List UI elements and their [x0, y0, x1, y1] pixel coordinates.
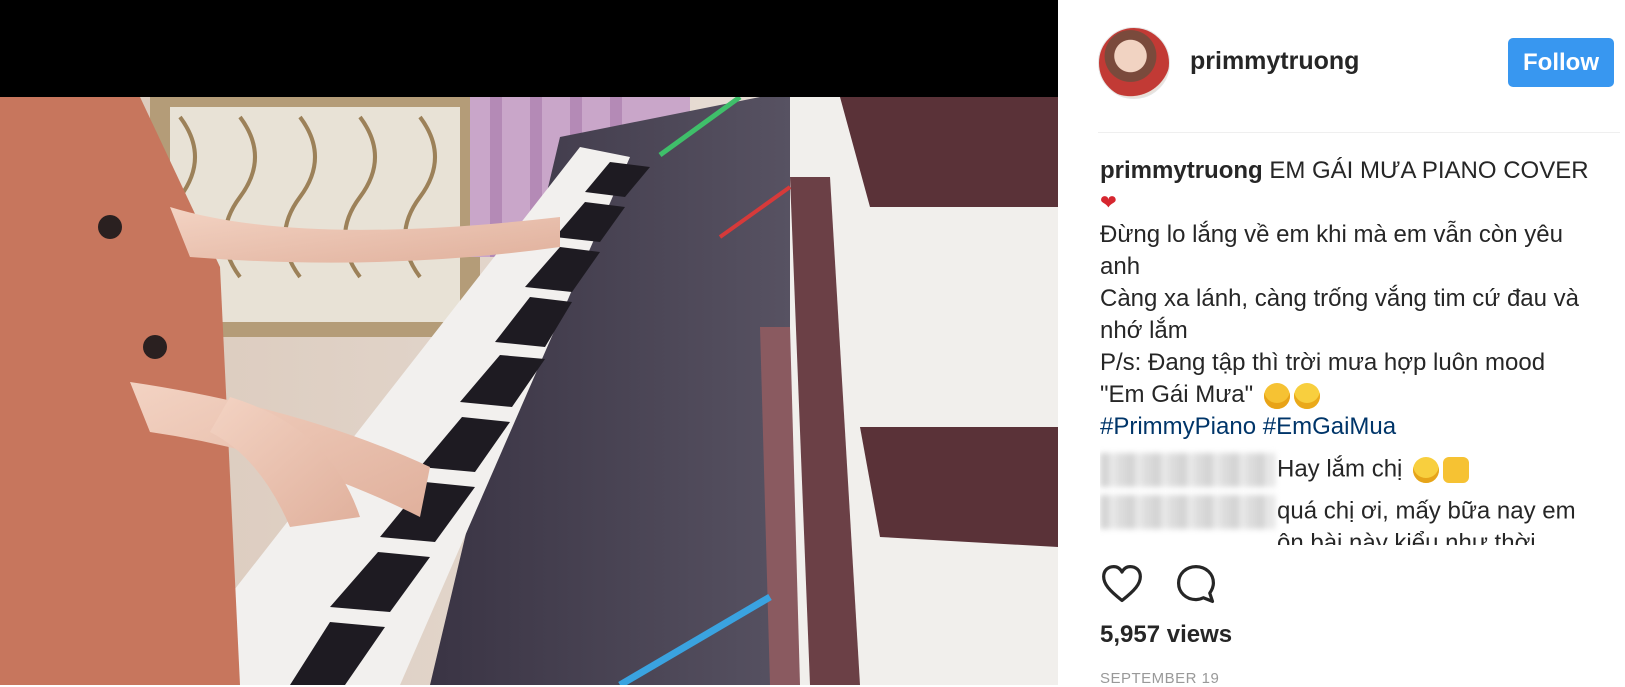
comment-item: ôn bài này kiểu như thời [1100, 527, 1590, 545]
comment-text: Hay lắm chị [1277, 455, 1403, 483]
hashtag-link[interactable]: #PrimmyPiano [1100, 413, 1256, 440]
post-header: primmytruong Follow [1098, 25, 1620, 100]
comment-text: ôn bài này kiểu như thời [1277, 529, 1536, 545]
blurred-username [1100, 453, 1275, 487]
comment-item: quá chị ơi, mấy bữa nay em [1100, 495, 1590, 529]
caption-line: Đừng lo lắng về em khi mà em vẫn còn yêu… [1100, 221, 1563, 280]
thumbs-up-emoji [1443, 457, 1470, 483]
post-caption: primmytruong EM GÁI MƯA PIANO COVER ❤ Đừn… [1100, 155, 1590, 443]
hashtag-link[interactable]: #EmGaiMua [1263, 413, 1396, 440]
smiling-emoji [1413, 457, 1440, 483]
squinting-laughing-emoji [1293, 382, 1320, 409]
caption-line: Càng xa lánh, càng trống vắng tim cứ đau… [1100, 285, 1580, 344]
piano-photo [0, 97, 1058, 685]
follow-button[interactable]: Follow [1508, 38, 1614, 87]
username-link[interactable]: primmytruong [1190, 47, 1359, 76]
caption-line: P/s: Đang tập thì trời mưa hợp luôn mood… [1100, 349, 1546, 408]
heart-emoji: ❤ [1100, 192, 1117, 214]
comment-text: quá chị ơi, mấy bữa nay em [1277, 497, 1576, 525]
post-date[interactable]: SEPTEMBER 19 [1100, 670, 1219, 687]
comments-section[interactable]: primmytruong EM GÁI MƯA PIANO COVER ❤ Đừn… [1100, 155, 1590, 545]
comment-bubble-icon[interactable] [1174, 562, 1220, 608]
view-count: 5,957 views [1100, 621, 1233, 648]
post-sidebar: primmytruong Follow primmytruong EM GÁI … [1058, 0, 1625, 687]
header-divider [1098, 132, 1620, 133]
caption-username[interactable]: primmytruong [1100, 157, 1263, 184]
rolling-on-floor-laughing-emoji [1263, 382, 1290, 409]
heart-icon[interactable] [1100, 562, 1146, 608]
post-media[interactable] [0, 0, 1058, 685]
comment-item: Hay lắm chị [1100, 453, 1590, 487]
blurred-username [1100, 495, 1275, 529]
caption-title: EM GÁI MƯA PIANO COVER [1262, 157, 1589, 184]
avatar[interactable] [1098, 27, 1170, 99]
